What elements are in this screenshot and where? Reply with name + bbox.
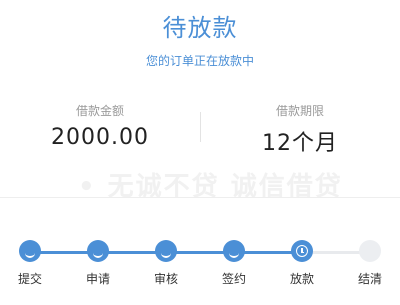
loan-term-value: 12个月 xyxy=(262,131,338,156)
check-icon xyxy=(93,251,103,258)
loan-term-label: 借款期限 xyxy=(275,104,324,118)
progress-tracker: 提交 申请 审核 签约 放款 结清 xyxy=(0,198,400,305)
step-label-sign: 签约 xyxy=(221,272,246,286)
step-dot-review xyxy=(155,240,177,262)
step-settle: 结清 xyxy=(340,240,400,287)
loan-amount-label: 借款金额 xyxy=(75,104,124,118)
step-review: 审核 xyxy=(136,240,196,287)
status-header: 待放款 您的订单正在放款中 xyxy=(0,0,400,100)
status-title: 待放款 xyxy=(162,14,238,42)
status-subtitle: 您的订单正在放款中 xyxy=(145,54,254,68)
step-label-review: 审核 xyxy=(153,272,178,286)
step-dot-submit xyxy=(19,240,41,262)
clock-icon xyxy=(296,245,308,257)
step-dot-sign xyxy=(223,240,245,262)
step-label-settle: 结清 xyxy=(357,272,382,286)
loan-amount-block: 借款金额 2000.00 xyxy=(0,100,200,150)
loan-term-block: 借款期限 12个月 xyxy=(200,100,400,157)
step-dot-apply xyxy=(87,240,109,262)
step-disburse: 放款 xyxy=(272,240,332,287)
loan-amount-value: 2000.00 xyxy=(51,125,149,150)
check-icon xyxy=(25,251,35,258)
step-sign: 签约 xyxy=(204,240,264,287)
loan-summary: • 无诚不贷 诚信借贷 借款金额 2000.00 借款期限 12个月 xyxy=(0,100,400,198)
step-dot-settle xyxy=(359,240,381,262)
step-dot-disburse xyxy=(291,240,313,262)
check-icon xyxy=(161,251,171,258)
step-label-disburse: 放款 xyxy=(289,272,314,286)
step-label-apply: 申请 xyxy=(85,272,110,286)
step-apply: 申请 xyxy=(68,240,128,287)
step-label-submit: 提交 xyxy=(17,272,42,286)
check-icon xyxy=(229,251,239,258)
step-submit: 提交 xyxy=(0,240,60,287)
watermark-image: • 无诚不贷 诚信借贷 xyxy=(78,172,343,198)
